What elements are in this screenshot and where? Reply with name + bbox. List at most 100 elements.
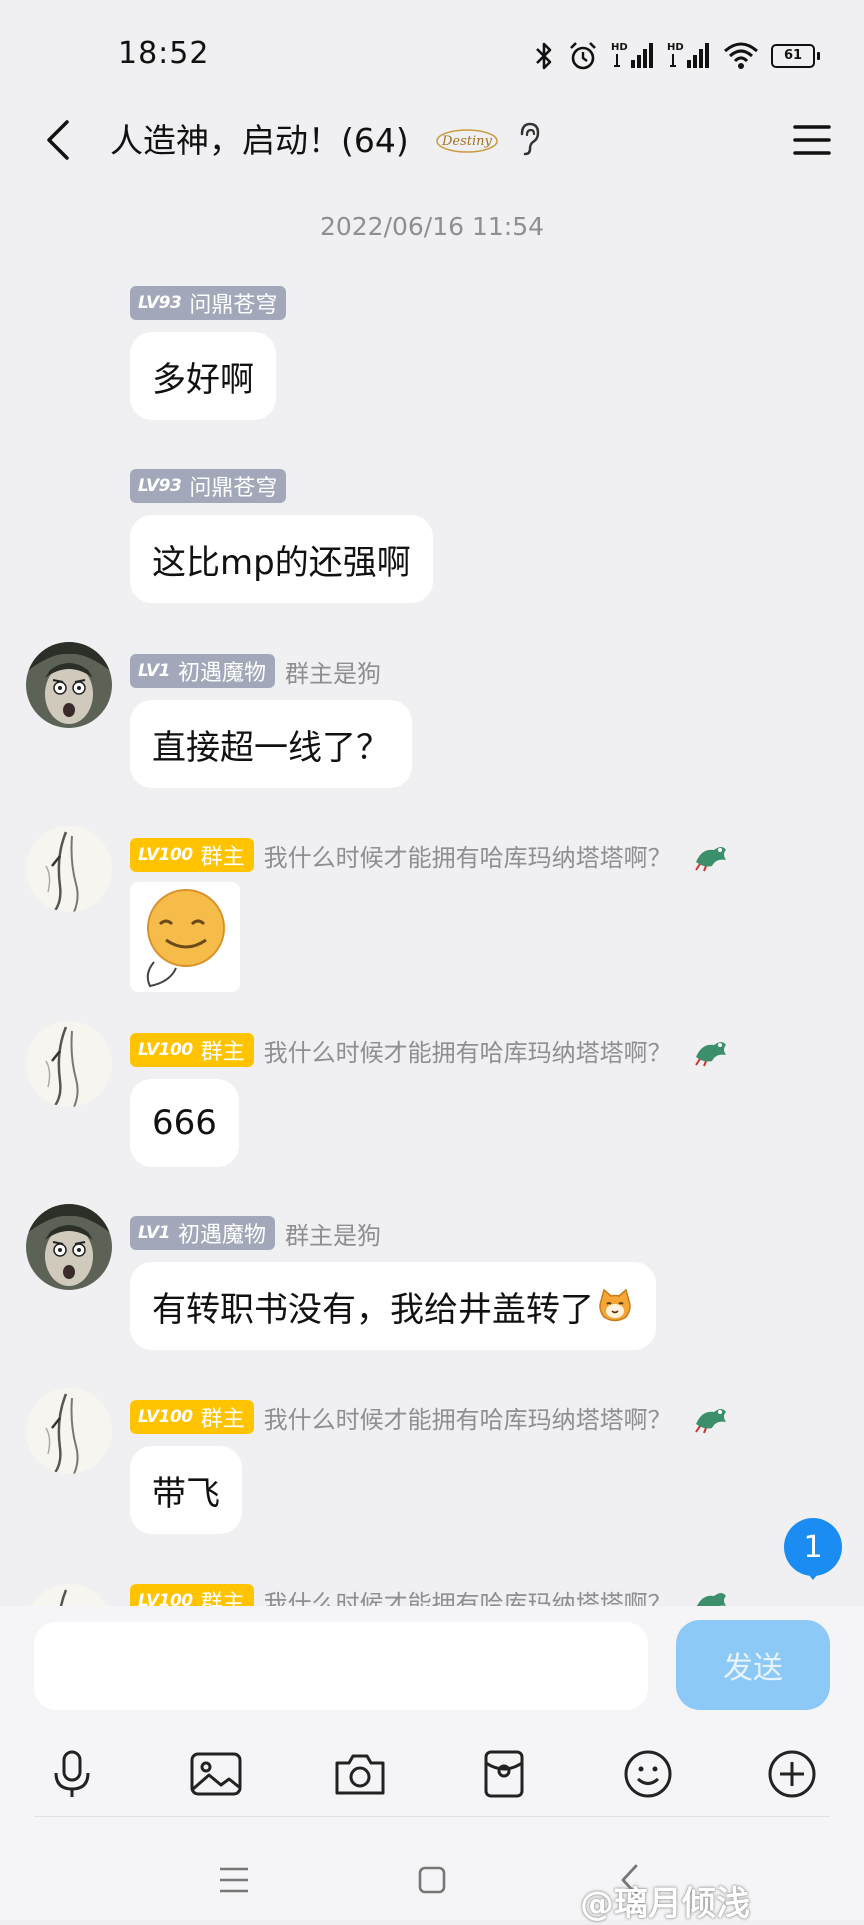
message-text: 有转职书没有，我给井盖转了 [152, 1289, 594, 1330]
rank-label: 问鼎苍穹 [189, 476, 278, 501]
alarm-icon [570, 42, 596, 70]
nav-menu-icon [220, 1867, 248, 1893]
rank-label: 初遇魔物 [177, 661, 266, 686]
sender-nickname[interactable]: 我什么时候才能拥有哈库玛纳塔塔啊？ [264, 1400, 672, 1435]
unread-count-badge[interactable]: 1 [784, 1518, 842, 1576]
plus-icon [768, 1750, 816, 1798]
signal-hd-label-2: HD [667, 42, 684, 53]
nav-menu-button[interactable] [204, 1850, 264, 1910]
chevron-left-icon [47, 120, 69, 160]
rank-label: 群主 [200, 1040, 245, 1065]
emoji-button[interactable] [608, 1734, 688, 1814]
level-badge[interactable]: LV1 初遇魔物 [130, 1216, 275, 1250]
chat-header: 人造神，启动！(64) Destiny [0, 100, 864, 180]
level-label: LV100 [138, 1591, 193, 1606]
smiley-sticker-icon[interactable] [130, 882, 240, 992]
level-badge[interactable]: LV93 问鼎苍穹 [130, 286, 287, 320]
sender-meta: LV93 问鼎苍穹 [130, 469, 287, 503]
signal-hd-icon: HD [611, 42, 653, 68]
watermark: @璃月倾浅 [580, 1884, 750, 1924]
shocked-face-avatar-icon [26, 642, 112, 728]
message-row-partial: LV100 群主 我什么时候才能拥有哈库玛纳塔塔啊？ [0, 1578, 864, 1606]
sender-nickname[interactable]: 我什么时候才能拥有哈库玛纳塔塔啊？ [264, 838, 672, 873]
destiny-badge-text: Destiny [441, 134, 493, 149]
rank-label: 问鼎苍穹 [189, 293, 278, 318]
level-badge[interactable]: LV93 问鼎苍穹 [130, 469, 287, 503]
sender-meta: LV1 初遇魔物 群主是狗 [130, 1216, 381, 1250]
sender-meta: LV1 初遇魔物 群主是狗 [130, 654, 381, 688]
avatar[interactable] [26, 1204, 112, 1290]
message-bubble[interactable]: 有转职书没有，我给井盖转了 [130, 1262, 656, 1350]
camera-icon [335, 1754, 385, 1795]
sketch-avatar-icon [26, 1388, 112, 1474]
level-label: LV93 [138, 476, 182, 496]
sender-meta: LV100 群主 我什么时候才能拥有哈库玛纳塔塔啊？ [130, 838, 730, 872]
level-label: LV100 [138, 1040, 193, 1060]
voice-button[interactable] [32, 1734, 112, 1814]
level-badge[interactable]: LV1 初遇魔物 [130, 654, 275, 688]
level-label: LV1 [138, 1223, 170, 1243]
message-bubble[interactable]: 多好啊 [130, 332, 276, 420]
sender-meta: LV100 群主 我什么时候才能拥有哈库玛纳塔塔啊？ [130, 1033, 730, 1067]
sender-nickname[interactable]: 群主是狗 [285, 654, 381, 689]
emoji-icon [624, 1750, 672, 1798]
red-packet-icon [484, 1750, 524, 1798]
sketch-avatar-icon [26, 1584, 112, 1606]
message-bubble[interactable]: 这比mp的还强啊 [130, 515, 433, 603]
level-label: LV100 [138, 845, 193, 865]
sender-nickname[interactable]: 我什么时候才能拥有哈库玛纳塔塔啊？ [264, 1584, 672, 1607]
nav-home-icon [418, 1866, 446, 1894]
sender-nickname[interactable]: 群主是狗 [285, 1216, 381, 1251]
dragon-icon [694, 1409, 726, 1434]
message-input[interactable] [34, 1622, 648, 1710]
avatar[interactable] [26, 1021, 112, 1107]
camera-button[interactable] [320, 1734, 400, 1814]
dragon-icon [694, 847, 726, 872]
level-badge[interactable]: LV100 群主 [130, 1033, 254, 1067]
hamburger-menu-icon [793, 125, 831, 155]
destiny-badge-icon[interactable]: Destiny [434, 124, 500, 156]
red-packet-button[interactable] [464, 1734, 544, 1814]
avatar[interactable] [26, 642, 112, 728]
ear-icon[interactable] [514, 120, 544, 160]
message-bubble[interactable]: 带飞 [130, 1446, 242, 1534]
sender-meta: LV93 问鼎苍穹 [130, 286, 287, 320]
avatar[interactable] [26, 1584, 112, 1606]
image-icon [190, 1752, 242, 1796]
avatar[interactable] [26, 826, 112, 912]
rank-label: 群主 [200, 1591, 245, 1606]
more-button[interactable] [752, 1734, 832, 1814]
sender-meta: LV100 群主 我什么时候才能拥有哈库玛纳塔塔啊？ [130, 1584, 730, 1606]
shocked-face-avatar-icon [26, 1204, 112, 1290]
menu-button[interactable] [782, 110, 842, 170]
send-button[interactable]: 发送 [676, 1620, 830, 1710]
signal-hd-label: HD [611, 42, 628, 53]
signal-hd-icon-2: HD [667, 42, 709, 68]
back-button[interactable] [28, 110, 88, 170]
level-badge[interactable]: LV100 群主 [130, 1400, 254, 1434]
level-badge[interactable]: LV100 群主 [130, 838, 254, 872]
status-bar: 18:52 HD HD 61 [0, 0, 864, 110]
level-label: LV1 [138, 661, 170, 681]
sender-nickname[interactable]: 我什么时候才能拥有哈库玛纳塔塔啊？ [264, 1033, 672, 1068]
chat-title[interactable]: 人造神，启动！(64) [110, 114, 409, 162]
battery-level: 61 [771, 44, 815, 68]
microphone-icon [54, 1750, 90, 1797]
sender-meta: LV100 群主 我什么时候才能拥有哈库玛纳塔塔啊？ [130, 1400, 730, 1434]
status-icons: HD HD 61 [533, 36, 820, 76]
level-badge[interactable]: LV100 群主 [130, 1584, 254, 1606]
avatar[interactable] [26, 1388, 112, 1474]
message-bubble[interactable]: 直接超一线了？ [130, 700, 412, 788]
dragon-icon [694, 1042, 726, 1067]
status-time: 18:52 [118, 36, 210, 71]
rank-label: 群主 [200, 1407, 245, 1432]
divider [34, 1816, 830, 1817]
nav-home-button[interactable] [402, 1850, 462, 1910]
input-toolbar [0, 1734, 864, 1814]
wifi-icon [724, 42, 758, 69]
level-label: LV93 [138, 293, 182, 313]
image-button[interactable] [176, 1734, 256, 1814]
battery-icon: 61 [771, 44, 820, 68]
dragon-icon [696, 1593, 726, 1606]
message-bubble[interactable]: 666 [130, 1079, 239, 1167]
